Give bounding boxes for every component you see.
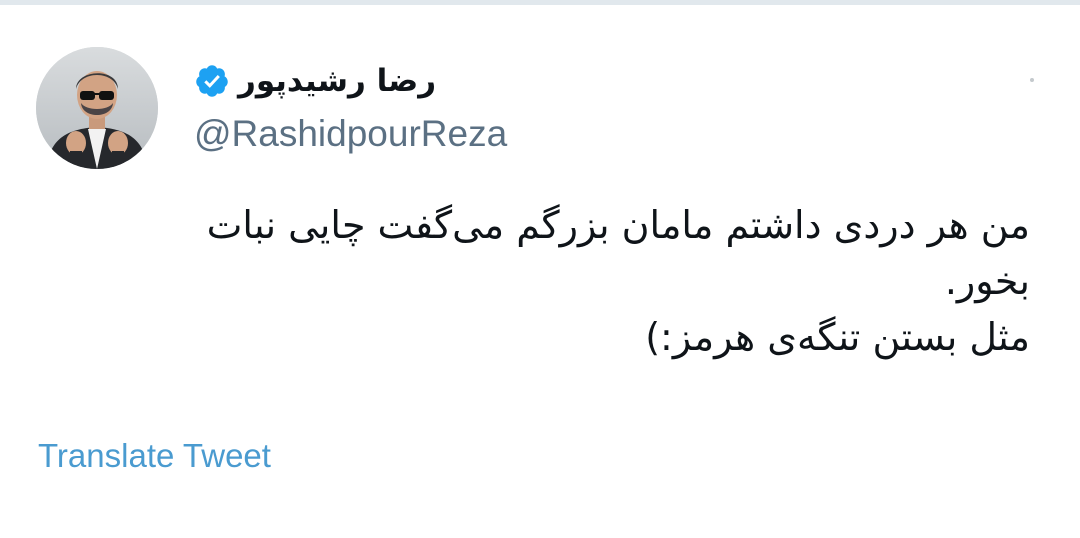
tweet-text-line: مثل بستن تنگه‌ی هرمز:) <box>645 315 1030 359</box>
avatar[interactable] <box>36 47 158 169</box>
author-name-row[interactable]: رضا رشیدپور <box>194 53 436 109</box>
author-display-name[interactable]: رضا رشیدپور <box>238 63 436 99</box>
author-handle[interactable]: @RashidpourReza <box>194 113 507 155</box>
tweet-text-line: بخور. <box>944 259 1030 303</box>
more-options-icon <box>1030 78 1034 82</box>
tweet-header: رضا رشیدپور @RashidpourReza <box>194 53 614 173</box>
translate-tweet-link[interactable]: Translate Tweet <box>38 437 271 475</box>
avatar-image <box>36 47 158 169</box>
tweet-text: من هر دردی داشتم مامان بزرگم می‌گفت چایی… <box>40 197 1030 365</box>
verified-badge-icon <box>194 63 230 99</box>
tweet-card: رضا رشیدپور @RashidpourReza من هر دردی د… <box>0 5 1080 538</box>
tweet-text-line: من هر دردی داشتم مامان بزرگم می‌گفت چایی… <box>206 203 1030 247</box>
